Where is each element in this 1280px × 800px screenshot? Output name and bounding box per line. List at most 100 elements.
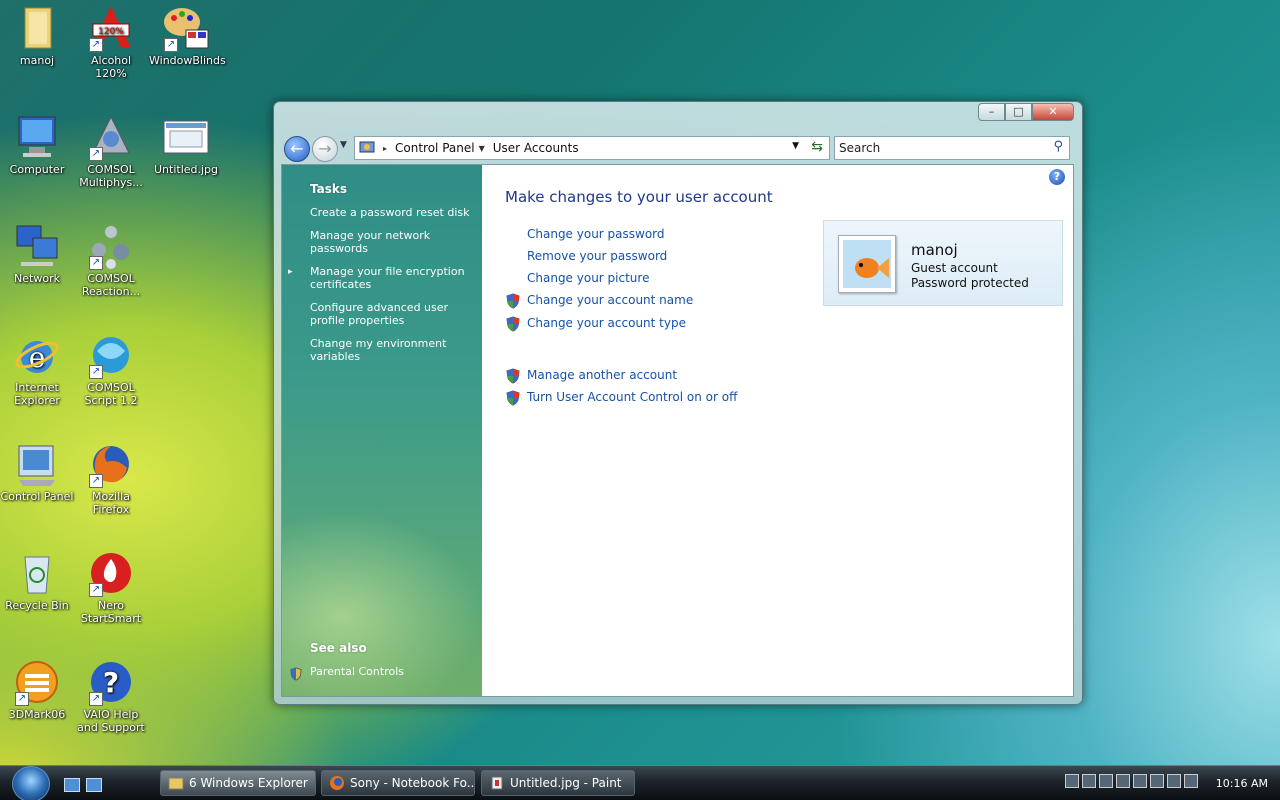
link-change-password[interactable]: Change your password (527, 227, 665, 241)
desktop-icon-3dmark06[interactable]: ↗ 3DMark06 (0, 658, 74, 721)
desktop-icon-internet-explorer[interactable]: e Internet Explorer (0, 331, 74, 407)
uac-shield-icon (506, 293, 520, 309)
desktop-icon-computer[interactable]: Computer (0, 113, 74, 176)
tray-app-icon[interactable] (1116, 774, 1130, 788)
user-accounts-window: – □ ✕ ← → ▼ ▸ Control Panel ▼ User Accou… (273, 101, 1083, 705)
clock[interactable]: 10:16 AM (1216, 777, 1268, 790)
breadcrumb-control-panel[interactable]: Control Panel (395, 141, 475, 155)
desktop-icon-mozilla-firefox[interactable]: ↗ Mozilla Firefox (74, 440, 148, 516)
tray-volume-icon[interactable] (1184, 774, 1198, 788)
uac-shield-icon (506, 368, 520, 384)
desktop-icon-untitled-jpg[interactable]: Untitled.jpg (149, 113, 223, 176)
desktop-icon-label: Nero StartSmart (80, 599, 142, 625)
paint-icon (491, 776, 503, 790)
breadcrumb-separator-icon[interactable]: ▼ (479, 144, 485, 153)
desktop-icon-label: Untitled.jpg (153, 163, 219, 176)
uac-shield-icon (506, 390, 520, 406)
link-change-account-name[interactable]: Change your account name (527, 293, 693, 307)
desktop-icon-label: 3DMark06 (8, 708, 66, 721)
address-dropdown-icon[interactable]: ▼ (792, 141, 799, 151)
control-panel-icon (13, 440, 61, 488)
3dmark-icon: ↗ (13, 658, 61, 706)
taskbar-button-firefox[interactable]: Sony - Notebook Fo... (321, 770, 475, 796)
desktop-icon-manoj[interactable]: manoj (0, 4, 74, 67)
folder-icon (13, 4, 61, 52)
maximize-button[interactable]: □ (1005, 103, 1032, 121)
comsol-script-icon: ↗ (87, 331, 135, 379)
back-button[interactable]: ← (284, 136, 310, 162)
tray-app-icon[interactable] (1150, 774, 1164, 788)
forward-button[interactable]: → (312, 136, 338, 162)
link-remove-password[interactable]: Remove your password (527, 249, 667, 263)
desktop-icon-comsol-script[interactable]: ↗ COMSOL Script 1.2 (74, 331, 148, 407)
desktop-icon-label: manoj (19, 54, 55, 67)
desktop-icon-network[interactable]: Network (0, 222, 74, 285)
goldfish-icon (843, 240, 891, 288)
taskbar-button-label: Untitled.jpg - Paint (510, 776, 622, 790)
see-also-heading: See also (310, 641, 367, 655)
recent-pages-dropdown[interactable]: ▼ (340, 140, 347, 150)
breadcrumb-separator-icon[interactable]: ▸ (383, 144, 387, 153)
taskbar-button-windows-explorer[interactable]: 6 Windows Explorer (160, 770, 316, 796)
desktop-icon-recycle-bin[interactable]: Recycle Bin (0, 549, 74, 612)
desktop-icon-label: Alcohol 120% (90, 54, 132, 80)
search-input[interactable]: Search ⚲ (834, 136, 1070, 160)
account-status: Password protected (911, 276, 1029, 290)
internet-explorer-icon: e (13, 331, 61, 379)
taskbar-button-label: 6 Windows Explorer (189, 776, 308, 790)
folder-icon (168, 777, 184, 790)
breadcrumb-user-accounts[interactable]: User Accounts (493, 141, 579, 155)
link-parental-controls[interactable]: Parental Controls (310, 665, 480, 678)
account-card: manoj Guest account Password protected (823, 220, 1063, 306)
window-content: Tasks Create a password reset disk Manag… (281, 164, 1074, 697)
start-button[interactable] (12, 766, 50, 800)
link-change-account-type[interactable]: Change your account type (527, 316, 686, 330)
desktop-icon-label: Mozilla Firefox (92, 490, 130, 516)
tasks-heading: Tasks (310, 182, 348, 196)
desktop-icon-label: Recycle Bin (5, 599, 69, 612)
link-manage-another-account[interactable]: Manage another account (527, 368, 677, 382)
uac-shield-icon (506, 316, 520, 332)
tray-network-icon[interactable] (1065, 774, 1079, 788)
page-title: Make changes to your user account (505, 188, 773, 206)
tray-app-icon[interactable] (1082, 774, 1096, 788)
tray-antivirus-icon[interactable] (1133, 774, 1147, 788)
image-file-icon (162, 113, 210, 161)
task-manage-network-passwords[interactable]: Manage your network passwords (310, 229, 480, 255)
firefox-icon: ↗ (87, 440, 135, 488)
desktop-icon-alcohol[interactable]: 120% ↗ Alcohol 120% (74, 4, 148, 80)
task-create-reset-disk[interactable]: Create a password reset disk (310, 206, 480, 219)
taskbar-button-paint[interactable]: Untitled.jpg - Paint (481, 770, 635, 796)
link-change-picture[interactable]: Change your picture (527, 271, 649, 285)
minimize-button[interactable]: – (978, 103, 1005, 121)
refresh-icon[interactable]: ⇆ (811, 139, 823, 155)
tray-app-icon[interactable] (1167, 774, 1181, 788)
desktop-icon-label: VAIO Help and Support (77, 708, 145, 734)
switch-windows-icon[interactable] (86, 778, 102, 792)
desktop-icon-windowblinds[interactable]: ↗ WindowBlinds (149, 4, 226, 67)
desktop-icon-label: COMSOL Multiphys... (79, 163, 143, 189)
desktop-icon-comsol-multiphysics[interactable]: ↗ COMSOL Multiphys... (74, 113, 148, 189)
desktop-icon-vaio-help[interactable]: ? ↗ VAIO Help and Support (74, 658, 148, 734)
desktop-icon-control-panel[interactable]: Control Panel (0, 440, 74, 503)
desktop-icon-nero[interactable]: ↗ Nero StartSmart (74, 549, 148, 625)
molecule-icon: ↗ (87, 222, 135, 270)
task-advanced-profile[interactable]: Configure advanced user profile properti… (310, 301, 480, 327)
desktop-icon-label: Computer (9, 163, 65, 176)
recycle-bin-icon (13, 549, 61, 597)
tasks-pane: Tasks Create a password reset disk Manag… (282, 165, 482, 696)
address-bar[interactable]: ▸ Control Panel ▼ User Accounts ▼ ⇆ (354, 136, 830, 160)
comsol-icon: ↗ (87, 113, 135, 161)
svg-text:120%: 120% (98, 27, 124, 37)
desktop-icon-comsol-reaction[interactable]: ↗ COMSOL Reaction... (74, 222, 148, 298)
link-turn-uac-on-off[interactable]: Turn User Account Control on or off (527, 390, 737, 404)
help-icon[interactable]: ? (1049, 169, 1065, 185)
desktop-icon-label: Network (14, 272, 60, 285)
task-manage-encryption-certificates[interactable]: Manage your file encryption certificates (310, 265, 480, 291)
computer-icon (13, 113, 61, 161)
search-icon[interactable]: ⚲ (1053, 139, 1063, 154)
task-environment-variables[interactable]: Change my environment variables (310, 337, 480, 363)
tray-app-icon[interactable] (1099, 774, 1113, 788)
close-button[interactable]: ✕ (1032, 103, 1074, 121)
show-desktop-icon[interactable] (64, 778, 80, 792)
